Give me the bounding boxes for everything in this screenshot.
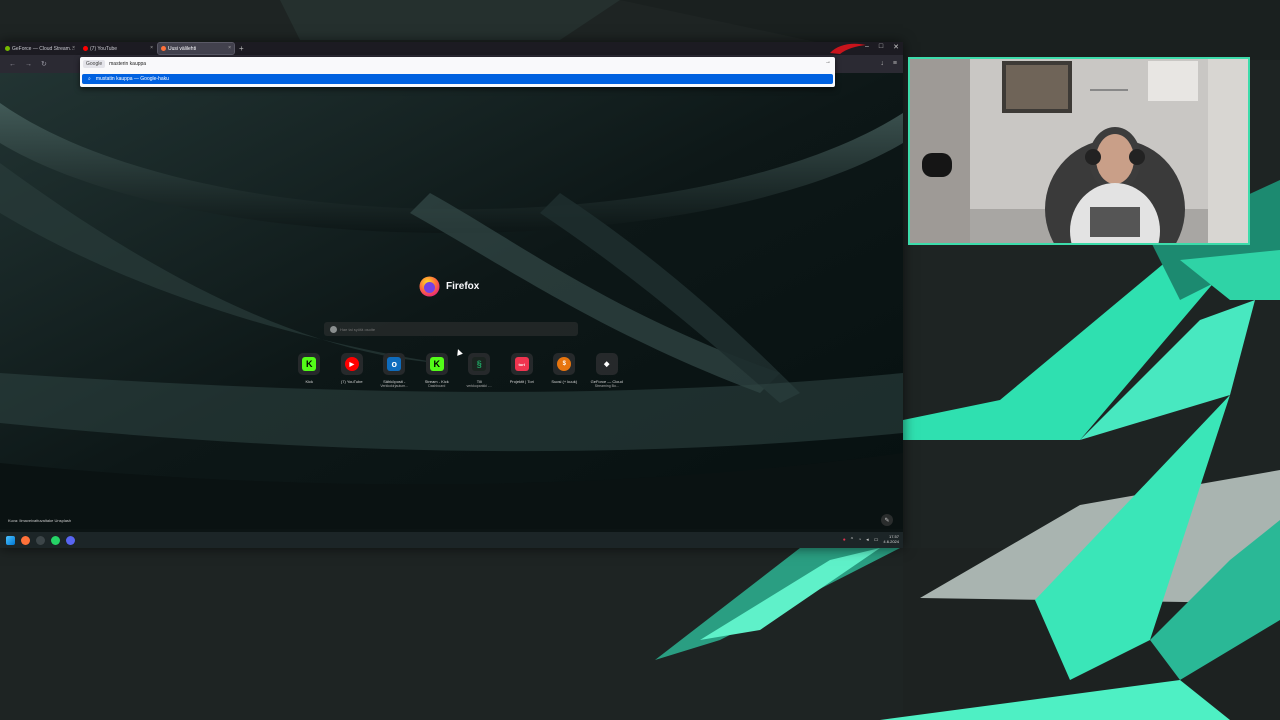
shortcut-coin[interactable]: $ Suosi (+ kuuk) bbox=[543, 353, 586, 388]
photo-credit[interactable]: Kuva: Ilmaveivattuvaltake Unsplash bbox=[8, 518, 71, 523]
webcam-feed bbox=[908, 57, 1250, 245]
shortcut-kick-dashboard[interactable]: K Stream - Kick Dashboard bbox=[416, 353, 459, 388]
tray-app-icon[interactable]: ● bbox=[843, 537, 846, 543]
volume-icon[interactable]: ◂ bbox=[866, 537, 869, 543]
tab-strip: GeForce — Cloud Streaming Bo × (7) YouTu… bbox=[0, 42, 903, 55]
bank-icon: § bbox=[472, 357, 487, 371]
whatsapp-icon[interactable] bbox=[51, 535, 60, 545]
url-input[interactable]: masterin kauppa bbox=[109, 61, 146, 67]
shortcut-tori[interactable]: tori Projektit | Tori bbox=[501, 353, 544, 388]
geforce-favicon-icon bbox=[5, 46, 10, 51]
new-tab-search-box[interactable] bbox=[324, 322, 578, 336]
shortcut-tile: ▶ bbox=[340, 353, 363, 375]
settings-icon[interactable] bbox=[36, 535, 45, 545]
outlook-icon: o bbox=[387, 357, 402, 371]
chevron-up-icon[interactable]: ^ bbox=[851, 537, 853, 543]
url-bar-dropdown: Google masterin kauppa → ⌕ mustatin kaup… bbox=[80, 57, 835, 87]
discord-icon[interactable] bbox=[66, 535, 75, 545]
firefox-logo-icon bbox=[419, 276, 440, 297]
toolbar-right: ↓ ≡ bbox=[880, 60, 897, 67]
close-window-button[interactable]: ✕ bbox=[893, 43, 899, 51]
shortcut-geforce[interactable]: ◆ GeForce — Cloud Streaming Bo... bbox=[586, 353, 629, 388]
shortcut-tile: o bbox=[383, 353, 406, 375]
shortcut-sublabel: Dashboard bbox=[428, 384, 446, 388]
shortcut-label: Suosi (+ kuuk) bbox=[551, 379, 578, 384]
coin-icon: $ bbox=[557, 357, 572, 371]
shortcut-youtube[interactable]: ▶ (7) YouTube bbox=[331, 353, 374, 388]
search-suggestion[interactable]: ⌕ mustatin kauppa — Google-haku bbox=[82, 74, 833, 84]
tab-label: (7) YouTube bbox=[90, 45, 118, 52]
battery-icon[interactable]: ▭ bbox=[874, 537, 879, 543]
go-arrow-icon[interactable]: → bbox=[825, 59, 831, 65]
shortcut-sublabel: Streaming Bo... bbox=[594, 384, 619, 388]
windows-taskbar: ● ^ ◔ ◂ ▭ 17.57 4.6.2024 bbox=[0, 532, 903, 548]
search-engine-chip[interactable]: Google bbox=[83, 59, 106, 68]
shortcut-sublabel: verkkopankki -... bbox=[466, 384, 492, 388]
tab-youtube[interactable]: (7) YouTube × bbox=[80, 43, 156, 54]
customize-pencil-icon[interactable]: ✎ bbox=[881, 514, 893, 526]
shortcut-kick[interactable]: K Kick bbox=[288, 353, 331, 388]
system-tray: ● ^ ◔ ◂ ▭ 17.57 4.6.2024 bbox=[843, 534, 899, 544]
shortcut-label: Kick bbox=[305, 379, 314, 384]
shortcut-tile: $ bbox=[553, 353, 576, 375]
tab-new-tab[interactable]: Uusi välilehti × bbox=[157, 42, 235, 55]
close-icon[interactable]: × bbox=[72, 45, 75, 51]
windows-start-icon[interactable] bbox=[6, 535, 15, 545]
shortcut-outlook[interactable]: o Sähköposti - Verkkokirjautum... bbox=[373, 353, 416, 388]
shortcut-label: (7) YouTube bbox=[340, 379, 363, 384]
firefox-window: GeForce — Cloud Streaming Bo × (7) YouTu… bbox=[0, 42, 903, 548]
window-controls: – □ ✕ bbox=[865, 43, 899, 51]
close-icon[interactable]: × bbox=[150, 45, 153, 51]
url-input-row[interactable]: Google masterin kauppa → bbox=[80, 57, 835, 70]
tab-label: Uusi välilehti bbox=[168, 45, 197, 52]
shortcut-tile: K bbox=[298, 353, 321, 375]
tori-icon: tori bbox=[514, 357, 529, 371]
shortcut-bank[interactable]: § Tili verkkopankki -... bbox=[458, 353, 501, 388]
new-tab-button[interactable]: + bbox=[239, 44, 244, 53]
new-tab-page: Firefox K Kick ▶ (7) YouTube bbox=[0, 73, 903, 529]
wallpaper-image bbox=[0, 73, 903, 529]
forward-arrow-icon[interactable]: → bbox=[25, 61, 32, 68]
firefox-icon[interactable] bbox=[21, 535, 30, 545]
minimize-button[interactable]: – bbox=[865, 43, 869, 51]
tab-geforce[interactable]: GeForce — Cloud Streaming Bo × bbox=[2, 43, 78, 54]
webcam-image bbox=[910, 59, 1248, 243]
shortcut-tile: § bbox=[468, 353, 491, 375]
firefox-brand: Firefox bbox=[419, 276, 479, 297]
search-icon: ⌕ bbox=[88, 76, 91, 82]
shortcut-sublabel: Verkkokirjautum... bbox=[380, 384, 409, 388]
shortcut-tile: K bbox=[425, 353, 448, 375]
kick-icon: K bbox=[429, 357, 444, 371]
tab-label: GeForce — Cloud Streaming Bo bbox=[12, 45, 75, 52]
network-icon[interactable]: ◔ bbox=[858, 537, 861, 543]
firefox-wordmark: Firefox bbox=[446, 281, 480, 292]
system-clock[interactable]: 17.57 4.6.2024 bbox=[883, 534, 899, 544]
google-icon bbox=[330, 325, 337, 333]
maximize-button[interactable]: □ bbox=[879, 43, 883, 51]
suggestion-text: mustatin kauppa — Google-haku bbox=[95, 76, 169, 82]
downloads-icon[interactable]: ↓ bbox=[880, 60, 884, 67]
kick-icon: K bbox=[302, 357, 317, 371]
reload-icon[interactable]: ↻ bbox=[41, 60, 47, 68]
menu-icon[interactable]: ≡ bbox=[893, 60, 897, 67]
shortcut-tile: ◆ bbox=[595, 353, 618, 375]
shortcut-tile: tori bbox=[510, 353, 533, 375]
firefox-favicon-icon bbox=[161, 46, 166, 51]
clock-date: 4.6.2024 bbox=[883, 538, 899, 544]
new-tab-search-input[interactable] bbox=[340, 324, 540, 334]
youtube-favicon-icon bbox=[83, 46, 88, 51]
rog-logo-icon bbox=[830, 43, 866, 54]
back-arrow-icon[interactable]: ← bbox=[9, 61, 16, 68]
shortcut-label: Projektit | Tori bbox=[509, 379, 534, 384]
youtube-icon: ▶ bbox=[344, 357, 359, 371]
close-icon[interactable]: × bbox=[228, 45, 231, 51]
top-sites: K Kick ▶ (7) YouTube o Sähköposti - Verk… bbox=[288, 353, 628, 388]
geforce-icon: ◆ bbox=[604, 361, 610, 368]
